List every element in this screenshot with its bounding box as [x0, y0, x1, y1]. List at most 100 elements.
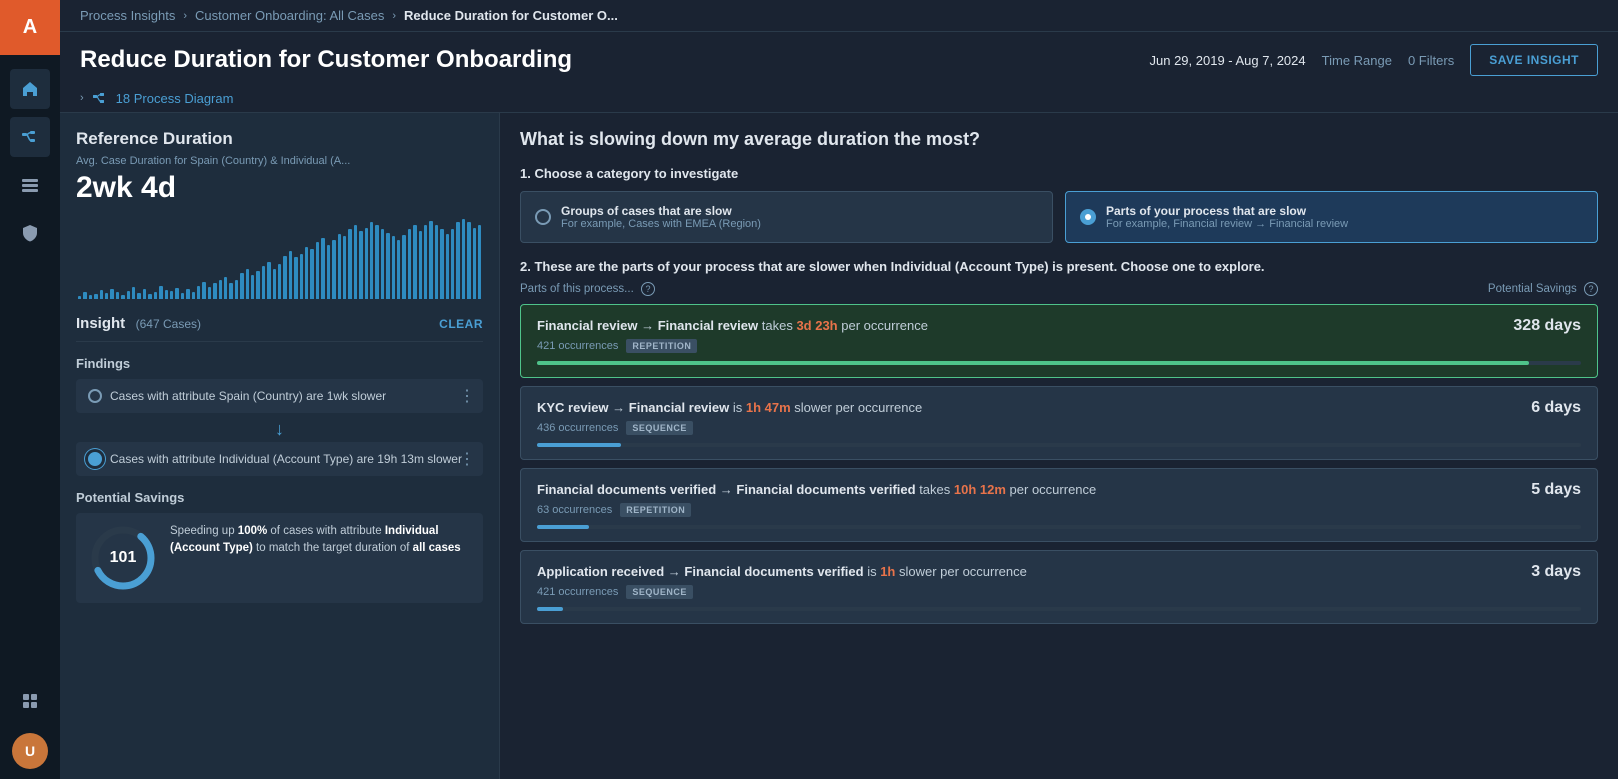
finding-menu-2[interactable]: ⋮: [459, 449, 475, 469]
row3-meta: 63 occurrences REPETITION: [537, 503, 1581, 517]
chart-bar: [267, 262, 270, 299]
row3-to: Financial documents verified: [736, 482, 915, 497]
nav-bottom: U: [10, 677, 50, 769]
parts-label: Parts of this process...: [520, 283, 634, 295]
row2-badge: SEQUENCE: [626, 421, 693, 435]
user-avatar[interactable]: U: [12, 733, 48, 769]
breadcrumb-process-insights[interactable]: Process Insights: [80, 8, 175, 23]
clear-button[interactable]: CLEAR: [439, 317, 483, 331]
radio-groups: [535, 209, 551, 225]
left-nav: A U: [0, 0, 60, 779]
row2-progress-wrap: [537, 443, 1581, 447]
chart-bar: [365, 228, 368, 299]
finding-item-1[interactable]: Cases with attribute Spain (Country) are…: [76, 379, 483, 413]
parts-header: Parts of this process... ? Potential Sav…: [520, 282, 1598, 296]
process-row-4[interactable]: Application received → Financial documen…: [520, 550, 1598, 624]
nav-data[interactable]: [10, 165, 50, 205]
category-option-1[interactable]: Groups of cases that are slow For exampl…: [520, 191, 1053, 243]
chart-bar: [132, 287, 135, 299]
chart-bar: [105, 293, 108, 299]
row3-progress-wrap: [537, 525, 1581, 529]
chart-bar: [235, 280, 238, 299]
chart-bar: [392, 236, 395, 299]
finding-menu-1[interactable]: ⋮: [459, 386, 475, 406]
chart-bar: [451, 229, 454, 299]
row2-from: KYC review: [537, 400, 609, 415]
chart-bar: [338, 234, 341, 299]
chart-bar: [181, 293, 184, 299]
chart-bar: [456, 222, 459, 299]
chart-bar: [478, 225, 481, 299]
chart-bar: [154, 292, 157, 299]
chart-bar: [94, 294, 97, 299]
chart-bar: [240, 273, 243, 299]
page-header: Reduce Duration for Customer Onboarding …: [60, 32, 1618, 84]
row3-progress-fill: [537, 525, 589, 529]
breadcrumb-current: Reduce Duration for Customer O...: [404, 8, 618, 23]
chart-bar: [473, 228, 476, 299]
chart-bar: [283, 256, 286, 299]
finding-item-2[interactable]: Cases with attribute Individual (Account…: [76, 442, 483, 476]
option1-title: Groups of cases that are slow: [561, 204, 761, 218]
row3-occurrences: 63 occurrences: [537, 504, 612, 516]
nav-process-insights[interactable]: [10, 117, 50, 157]
chart-bar: [127, 291, 130, 299]
category-option-2[interactable]: Parts of your process that are slow For …: [1065, 191, 1598, 243]
parts-help-icon[interactable]: ?: [641, 282, 655, 296]
insight-title: Insight: [76, 315, 125, 332]
chart-bar: [89, 295, 92, 299]
process-row-3[interactable]: Financial documents verified → Financial…: [520, 468, 1598, 542]
insight-header: Insight (647 Cases) CLEAR: [76, 315, 483, 333]
chart-bar: [159, 286, 162, 299]
chart-bar: [397, 240, 400, 299]
date-range: Jun 29, 2019 - Aug 7, 2024: [1150, 53, 1306, 68]
savings-help-icon[interactable]: ?: [1584, 282, 1598, 296]
savings-number: 101: [110, 549, 137, 567]
category-options: Groups of cases that are slow For exampl…: [520, 191, 1598, 243]
process-icon: [20, 127, 40, 147]
nav-shield[interactable]: [10, 213, 50, 253]
chart-bar: [310, 249, 313, 299]
data-icon: [20, 175, 40, 195]
home-icon: [20, 79, 40, 99]
chart-bar: [78, 296, 81, 299]
duration-chart: [76, 213, 483, 303]
breadcrumb-customer-onboarding[interactable]: Customer Onboarding: All Cases: [195, 8, 384, 23]
row1-occurrences: 421 occurrences: [537, 340, 618, 352]
chart-bar: [408, 229, 411, 299]
chart-bar: [413, 225, 416, 299]
chart-bar: [327, 245, 330, 299]
filters-label: 0 Filters: [1408, 53, 1454, 68]
process-row-2[interactable]: KYC review → Financial review is 1h 47m …: [520, 386, 1598, 460]
chart-bar: [375, 225, 378, 299]
chart-bar: [224, 277, 227, 299]
savings-header-label: Potential Savings: [1488, 283, 1577, 295]
row4-from: Application received: [537, 564, 664, 579]
insight-count: (647 Cases): [136, 317, 201, 331]
chart-bar: [116, 292, 119, 299]
nav-grid[interactable]: [10, 681, 50, 721]
row1-meta: 421 occurrences REPETITION: [537, 339, 1581, 353]
chart-bar: [386, 233, 389, 299]
chart-bar: [305, 247, 308, 299]
main-content: Process Insights › Customer Onboarding: …: [60, 0, 1618, 779]
process-row-1[interactable]: Financial review → Financial review take…: [520, 304, 1598, 378]
row4-occurrences: 421 occurrences: [537, 586, 618, 598]
row4-progress-wrap: [537, 607, 1581, 611]
process-diagram-toggle[interactable]: › 18 Process Diagram: [60, 84, 1618, 113]
app-logo[interactable]: A: [0, 0, 60, 55]
save-insight-button[interactable]: SAVE INSIGHT: [1470, 44, 1598, 76]
chart-bar: [175, 288, 178, 299]
row4-progress-fill: [537, 607, 563, 611]
finding-text-2: Cases with attribute Individual (Account…: [110, 452, 462, 466]
nav-home[interactable]: [10, 69, 50, 109]
row1-time: 3d 23h: [796, 318, 837, 333]
chart-bar: [219, 280, 222, 299]
chart-bar: [424, 225, 427, 299]
chart-bar: [278, 264, 281, 299]
breadcrumb: Process Insights › Customer Onboarding: …: [60, 0, 1618, 32]
right-panel-title: What is slowing down my average duration…: [520, 129, 1598, 150]
row2-time: 1h 47m: [746, 400, 791, 415]
chart-bar: [435, 225, 438, 299]
finding-radio-2: [88, 452, 102, 466]
